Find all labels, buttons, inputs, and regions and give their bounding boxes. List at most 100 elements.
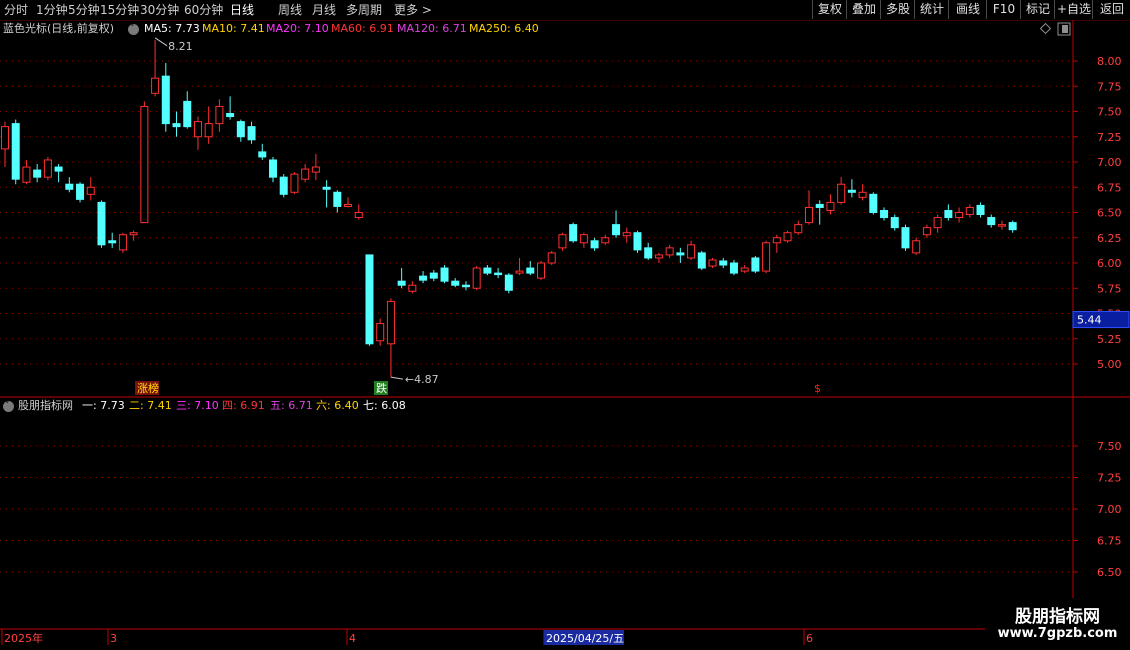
candle-body xyxy=(579,234,588,244)
candle-body xyxy=(922,227,931,236)
candle-body xyxy=(86,186,95,195)
candle-body xyxy=(933,217,942,229)
ma-label-0: MA5: 7.73 xyxy=(144,22,200,35)
stock-title: 蓝色光标(日线,前复权) xyxy=(3,22,115,35)
candle-body xyxy=(311,166,320,173)
y-tick-label: 5.00 xyxy=(1097,358,1122,371)
event-marker-2: $ xyxy=(814,382,821,395)
candle-body xyxy=(794,224,803,234)
chevron-down-icon[interactable]: ˅ xyxy=(128,24,139,35)
candle-body xyxy=(440,267,449,282)
candle-body xyxy=(997,224,1006,227)
candle-body xyxy=(54,166,63,172)
candle-body xyxy=(687,244,696,259)
sub-y-tick-label: 7.25 xyxy=(1097,472,1122,485)
candle-body xyxy=(880,209,889,219)
event-marker-0: 涨榜 xyxy=(137,381,159,395)
watermark-url: www.7gpzb.com xyxy=(997,626,1118,641)
candle-body xyxy=(858,191,867,198)
candle-body xyxy=(11,123,20,180)
candle-body xyxy=(172,123,181,128)
candle-body xyxy=(955,212,964,219)
candle-body xyxy=(869,193,878,214)
candle-body xyxy=(665,247,674,256)
indicator-value-6: 七: 6.08 xyxy=(363,399,406,412)
candle-body xyxy=(472,267,481,289)
candle-body xyxy=(612,224,621,236)
sub-y-tick-label: 7.50 xyxy=(1097,440,1122,453)
candle-body xyxy=(483,267,492,274)
candle-body xyxy=(537,262,545,279)
candle-body xyxy=(676,252,685,256)
candle-body xyxy=(408,284,417,292)
indicator-title: 股朋指标网 xyxy=(18,399,73,412)
candle-body xyxy=(569,224,578,242)
candle-body xyxy=(826,201,835,211)
candle-body xyxy=(633,232,642,251)
y-tick-label: 7.00 xyxy=(1097,156,1122,169)
candle-body xyxy=(944,209,953,219)
candle-body xyxy=(22,166,31,183)
y-tick-label: 5.75 xyxy=(1097,282,1122,295)
candle-body xyxy=(419,275,428,281)
candle-body xyxy=(751,257,760,272)
sub-y-tick-label: 7.00 xyxy=(1097,503,1122,516)
y-tick-label: 6.25 xyxy=(1097,232,1122,245)
candle-body xyxy=(76,183,85,200)
candle-body xyxy=(805,206,813,224)
candle-body xyxy=(129,232,138,236)
candle-body xyxy=(354,212,363,219)
candle-body xyxy=(451,280,460,286)
candle-body xyxy=(965,206,974,216)
candle-body xyxy=(279,176,288,195)
y-tick-label: 6.50 xyxy=(1097,207,1122,220)
y-tick-label: 6.00 xyxy=(1097,257,1122,270)
candle-body xyxy=(740,267,749,272)
date-label-4: 6 xyxy=(806,632,813,645)
candle-body xyxy=(365,254,374,345)
candle-body xyxy=(43,159,52,178)
y-tick-label: 8.00 xyxy=(1097,55,1122,68)
candle-body xyxy=(837,183,846,203)
diamond-icon xyxy=(1039,22,1052,35)
window-toggle-fill xyxy=(1062,25,1068,33)
candle-body xyxy=(622,232,631,237)
candle-body xyxy=(301,168,310,180)
chevron-down-icon[interactable]: ˅ xyxy=(3,401,14,412)
candle-body xyxy=(140,105,149,224)
candle-body xyxy=(226,113,235,118)
candle-body xyxy=(215,105,224,125)
indicator-value-5: 六: 6.40 xyxy=(316,399,359,412)
candle-body xyxy=(151,77,160,94)
date-label-1: 3 xyxy=(110,632,117,645)
candle-body xyxy=(654,254,663,259)
candle-body xyxy=(161,75,170,125)
candle-body xyxy=(1,126,9,150)
candle-body xyxy=(397,280,406,286)
candle-body xyxy=(108,240,117,244)
candle-body xyxy=(290,173,299,193)
y-tick-label: 6.75 xyxy=(1097,181,1122,194)
candle-body xyxy=(193,121,202,138)
indicator-value-0: 一: 7.73 xyxy=(82,399,125,412)
candle-body xyxy=(772,237,781,244)
kline-chart: 8.00 7.75 7.50 7.25 7.00 6.75 6.50 6.25 6.00 5.75… xyxy=(0,20,1130,650)
candle-body xyxy=(494,272,503,276)
candle-body xyxy=(526,267,535,274)
candle-body xyxy=(183,100,192,128)
ma-label-3: MA60: 6.91 xyxy=(331,22,394,35)
low-pointer xyxy=(390,376,404,380)
candle-body xyxy=(322,186,331,190)
candle-body xyxy=(847,189,856,193)
candle-body xyxy=(815,203,824,208)
event-marker-1: 跌 xyxy=(376,381,387,395)
candle-body xyxy=(504,274,513,291)
current-price-label: 5.44 xyxy=(1077,314,1102,327)
candle-body xyxy=(269,159,277,178)
low-price-label: ←4.87 xyxy=(405,373,439,386)
ma-label-5: MA250: 6.40 xyxy=(469,22,539,35)
indicator-value-2: 三: 7.10 xyxy=(176,399,219,412)
candle-body xyxy=(515,270,524,274)
indicator-value-4: 五: 6.71 xyxy=(270,399,313,412)
high-pointer xyxy=(154,37,168,47)
